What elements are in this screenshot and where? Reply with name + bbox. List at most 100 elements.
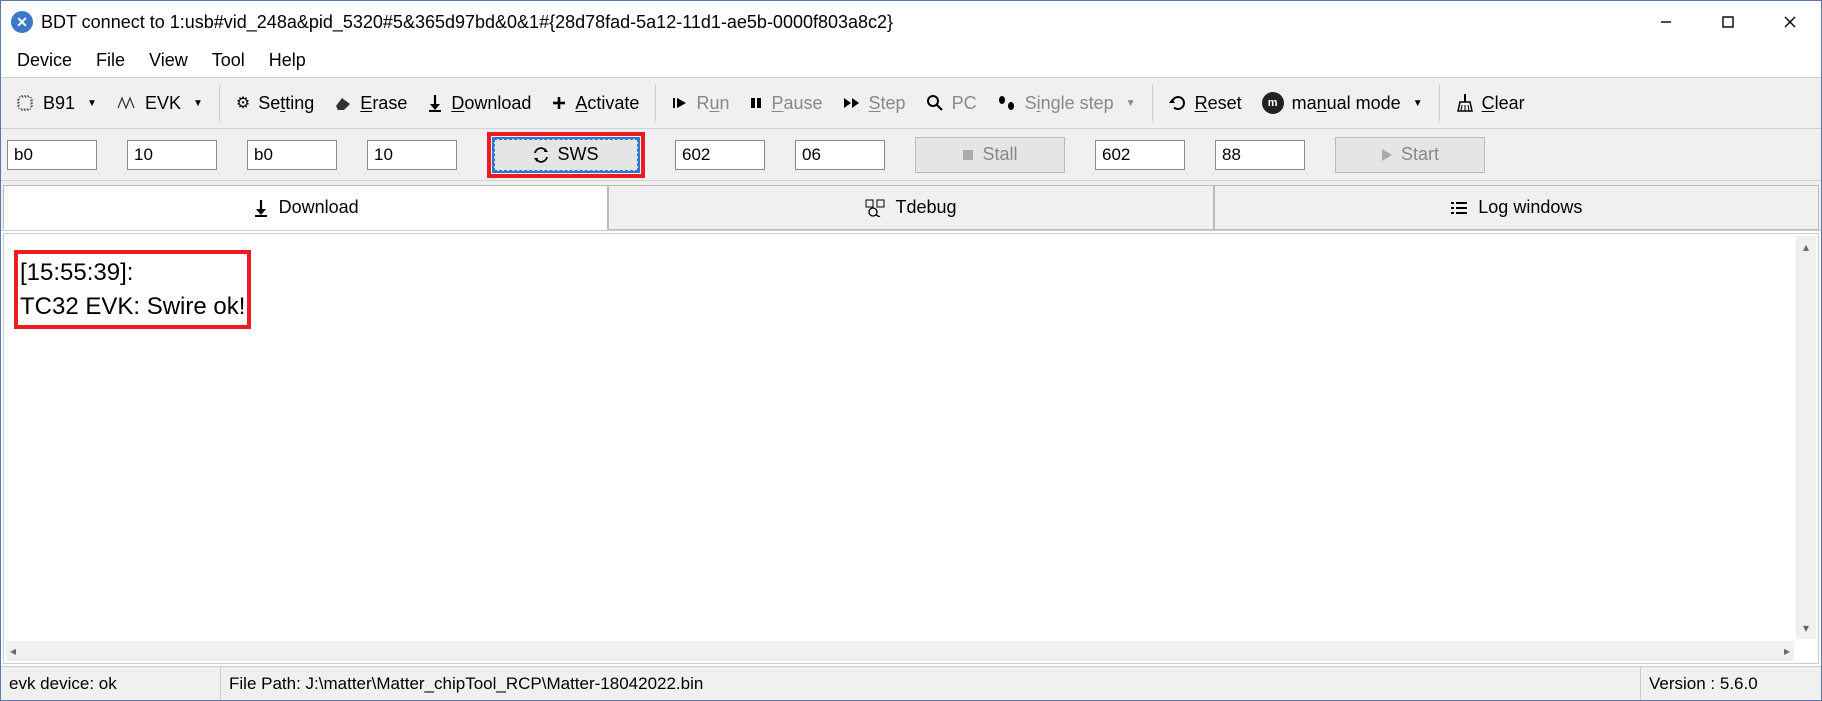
menu-view[interactable]: View <box>139 46 198 75</box>
gear-icon: ⚙ <box>236 93 250 113</box>
step-button[interactable]: Step <box>833 89 916 118</box>
app-icon: ✕ <box>11 11 33 33</box>
log-highlight: [15:55:39]: TC32 EVK: Swire ok! <box>14 250 251 329</box>
scroll-right-icon[interactable]: ▸ <box>1780 644 1794 658</box>
reset-label: Reset <box>1195 93 1242 114</box>
tab-download[interactable]: Download <box>3 185 608 230</box>
menu-tool[interactable]: Tool <box>202 46 255 75</box>
tab-log[interactable]: Log windows <box>1214 185 1819 230</box>
tab-download-label: Download <box>279 197 359 218</box>
minimize-button[interactable] <box>1635 1 1697 43</box>
setting-button[interactable]: ⚙ Setting <box>226 89 324 118</box>
status-version: Version : 5.6.0 <box>1641 667 1821 700</box>
refresh-icon <box>1169 94 1187 112</box>
start-button[interactable]: Start <box>1335 137 1485 173</box>
board-label: EVK <box>145 93 181 114</box>
dropdown-arrow-icon: ▼ <box>1126 98 1136 109</box>
stop-icon <box>962 149 974 161</box>
input-7[interactable] <box>1095 140 1185 170</box>
singlestep-label: Single step <box>1025 93 1114 114</box>
dropdown-arrow-icon: ▼ <box>193 98 203 109</box>
eraser-icon <box>334 96 352 110</box>
input-1[interactable] <box>7 140 97 170</box>
erase-button[interactable]: Erase <box>324 89 417 118</box>
wave-icon <box>117 96 137 110</box>
board-select[interactable]: EVK ▼ <box>107 89 213 118</box>
maximize-button[interactable] <box>1697 1 1759 43</box>
clear-label: Clear <box>1482 93 1525 114</box>
input-2[interactable] <box>127 140 217 170</box>
status-device: evk device: ok <box>1 667 221 700</box>
scroll-up-icon[interactable]: ▴ <box>1803 236 1809 258</box>
tab-tdebug[interactable]: Tdebug <box>608 185 1213 230</box>
chip-select[interactable]: B91 ▼ <box>5 89 107 118</box>
sws-button[interactable]: SWS <box>492 137 640 173</box>
download-button[interactable]: Download <box>417 89 541 118</box>
manualmode-label: manual mode <box>1292 93 1401 114</box>
mm-icon: m <box>1262 92 1284 114</box>
menu-file[interactable]: File <box>86 46 135 75</box>
separator <box>219 85 220 121</box>
manualmode-button[interactable]: m manual mode ▼ <box>1252 88 1433 118</box>
sync-icon <box>533 147 549 163</box>
tabs: Download Tdebug Log windows <box>1 181 1821 231</box>
close-button[interactable] <box>1759 1 1821 43</box>
activate-button[interactable]: Activate <box>541 89 649 118</box>
chip-label: B91 <box>43 93 75 114</box>
broom-icon <box>1456 93 1474 113</box>
dropdown-arrow-icon: ▼ <box>87 98 97 109</box>
stall-label: Stall <box>982 144 1017 165</box>
reset-button[interactable]: Reset <box>1159 89 1252 118</box>
tab-tdebug-label: Tdebug <box>895 197 956 218</box>
run-label: Run <box>696 93 729 114</box>
play-icon <box>672 96 688 110</box>
input-8[interactable] <box>1215 140 1305 170</box>
footsteps-icon <box>997 95 1017 111</box>
log-line-1: [15:55:39]: <box>20 259 133 286</box>
log-content: [15:55:39]: TC32 EVK: Swire ok! <box>4 234 1818 345</box>
tdebug-icon <box>865 199 885 217</box>
separator <box>1152 85 1153 121</box>
input-3[interactable] <box>247 140 337 170</box>
scrollbar-vertical[interactable]: ▴ ▾ <box>1796 236 1816 639</box>
run-button[interactable]: Run <box>662 89 739 118</box>
statusbar: evk device: ok File Path: J:\matter\Matt… <box>1 666 1821 700</box>
activate-label: Activate <box>575 93 639 114</box>
pause-button[interactable]: Pause <box>739 89 832 118</box>
pause-icon <box>749 96 763 110</box>
scroll-down-icon[interactable]: ▾ <box>1803 617 1809 639</box>
erase-label: Erase <box>360 93 407 114</box>
plus-icon <box>551 95 567 111</box>
input-5[interactable] <box>675 140 765 170</box>
pc-button[interactable]: PC <box>916 89 987 118</box>
download-icon <box>253 199 269 217</box>
singlestep-button[interactable]: Single step ▼ <box>987 89 1146 118</box>
list-icon <box>1450 200 1468 216</box>
input-4[interactable] <box>367 140 457 170</box>
search-icon <box>926 94 944 112</box>
separator <box>655 85 656 121</box>
inputs-row: SWS Stall Start <box>1 129 1821 181</box>
status-filepath: File Path: J:\matter\Matter_chipTool_RCP… <box>221 667 1641 700</box>
stall-button[interactable]: Stall <box>915 137 1065 173</box>
window-controls <box>1635 1 1821 43</box>
titlebar: ✕ BDT connect to 1:usb#vid_248a&pid_5320… <box>1 1 1821 43</box>
window-title: BDT connect to 1:usb#vid_248a&pid_5320#5… <box>41 12 1635 33</box>
clear-button[interactable]: Clear <box>1446 89 1535 118</box>
log-line-2: TC32 EVK: Swire ok! <box>20 293 245 320</box>
download-label: Download <box>451 93 531 114</box>
sws-label: SWS <box>557 144 598 165</box>
scrollbar-horizontal[interactable]: ◂ ▸ <box>6 641 1794 661</box>
log-area: [15:55:39]: TC32 EVK: Swire ok! ▴ ▾ ◂ ▸ <box>3 233 1819 664</box>
fastforward-icon <box>843 96 861 110</box>
separator <box>1439 85 1440 121</box>
step-label: Step <box>869 93 906 114</box>
input-6[interactable] <box>795 140 885 170</box>
menu-device[interactable]: Device <box>7 46 82 75</box>
menu-help[interactable]: Help <box>259 46 316 75</box>
scroll-left-icon[interactable]: ◂ <box>6 644 20 658</box>
tab-log-label: Log windows <box>1478 197 1582 218</box>
start-label: Start <box>1401 144 1439 165</box>
play-icon <box>1381 148 1393 162</box>
menubar: Device File View Tool Help <box>1 43 1821 77</box>
